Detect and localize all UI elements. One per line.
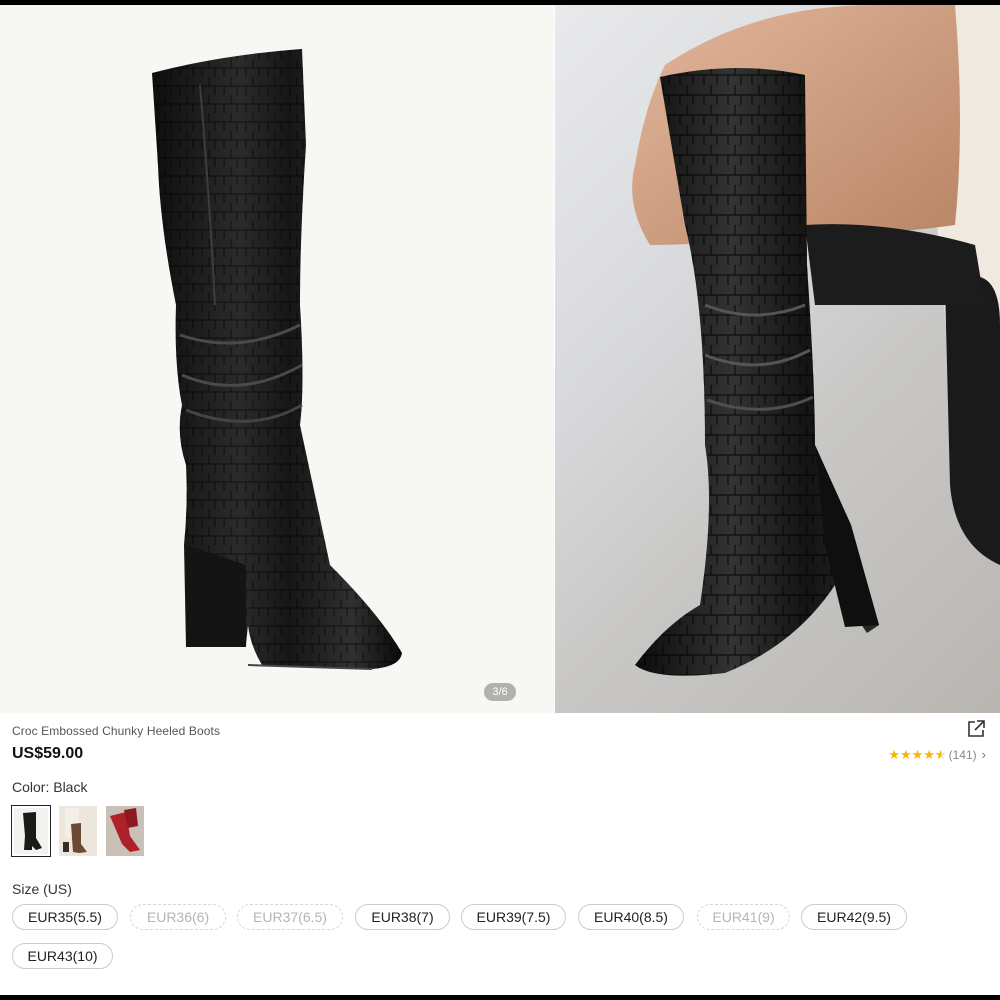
size-option[interactable]: EUR40(8.5) [578, 904, 684, 930]
size-option[interactable]: EUR43(10) [12, 943, 113, 969]
product-price: US$59.00 [12, 745, 84, 762]
share-icon[interactable] [966, 719, 986, 739]
product-image-main[interactable]: 3/6 [0, 5, 554, 713]
color-swatch-brown[interactable] [59, 806, 97, 856]
size-option-unavailable[interactable]: EUR36(6) [130, 904, 226, 930]
star-icon: ★ [900, 746, 912, 762]
color-label: Color: Black [12, 779, 88, 795]
product-title: Croc Embossed Chunky Heeled Boots [12, 724, 221, 738]
star-icon: ★ [888, 746, 901, 762]
size-option[interactable]: EUR35(5.5) [12, 904, 118, 930]
size-label: Size (US) [12, 881, 72, 897]
color-swatches [11, 805, 144, 857]
size-option[interactable]: EUR39(7.5) [461, 904, 566, 930]
color-swatch-red[interactable] [106, 806, 144, 856]
rating-summary[interactable]: ★ ★ ★ ★ ★ (141) › [888, 747, 986, 762]
half-star-icon: ★ [935, 747, 947, 762]
chevron-right-icon: › [981, 747, 986, 762]
review-count: (141) [948, 747, 977, 762]
product-image-next[interactable] [555, 5, 1000, 713]
size-option[interactable]: EUR42(9.5) [801, 904, 907, 930]
product-image-gallery[interactable]: 3/6 [0, 5, 1000, 713]
star-icon: ★ [911, 746, 924, 762]
star-icon: ★ [923, 746, 935, 762]
rating-stars: ★ ★ ★ ★ ★ [888, 746, 947, 762]
boot-product-photo [152, 49, 402, 670]
bottom-edge [0, 995, 1000, 1000]
size-option-unavailable[interactable]: EUR37(6.5) [237, 904, 343, 930]
size-option[interactable]: EUR38(7) [355, 904, 450, 930]
image-page-indicator: 3/6 [484, 683, 516, 701]
boot-lifestyle-photo [632, 5, 1000, 676]
color-swatch-black[interactable] [11, 805, 51, 857]
size-option-unavailable[interactable]: EUR41(9) [697, 904, 790, 930]
